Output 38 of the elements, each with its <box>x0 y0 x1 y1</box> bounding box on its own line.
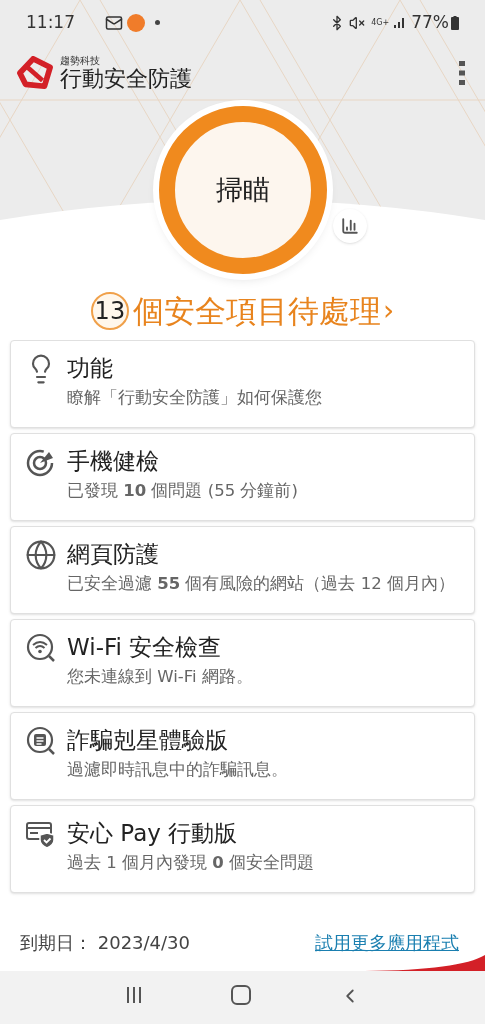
feature-title: 功能 <box>67 354 114 383</box>
feature-description: 已發現 10 個問題 (55 分鐘前) <box>67 480 298 502</box>
feature-card[interactable]: 手機健檢 已發現 10 個問題 (55 分鐘前) <box>10 433 475 521</box>
feature-description: 已安全過濾 55 個有風險的網站（過去 12 個月內） <box>67 573 455 595</box>
brand-company: 趨勢科技 <box>60 55 101 66</box>
pending-items-link[interactable]: 13 個安全項目待處理› <box>90 292 395 330</box>
battery-icon <box>451 15 459 30</box>
feature-card[interactable]: 詐騙剋星體驗版 過濾即時訊息中的詐騙訊息。 <box>10 712 475 800</box>
message-search-icon <box>25 725 57 757</box>
app-logo <box>16 55 54 90</box>
feature-description: 過濾即時訊息中的詐騙訊息。 <box>67 759 288 781</box>
expiry-date: 到期日： 2023/4/30 <box>20 931 190 955</box>
mail-icon <box>105 13 123 32</box>
try-more-apps-link[interactable]: 試用更多應用程式 <box>315 929 459 956</box>
feature-description: 瞭解「行動安全防護」如何保護您 <box>67 387 322 409</box>
feature-title: 手機健檢 <box>67 447 160 476</box>
feature-description: 過去 1 個月內發現 0 個安全問題 <box>67 852 314 874</box>
battery-level: 77% <box>411 10 449 34</box>
network-type: 4G+ <box>371 18 390 27</box>
feature-card[interactable]: 安心 Pay 行動版 過去 1 個月內發現 0 個安全問題 <box>10 805 475 893</box>
globe-icon <box>25 539 57 571</box>
signal-icon <box>393 16 406 29</box>
wifi-search-icon <box>25 632 57 664</box>
home-icon[interactable] <box>231 985 252 1005</box>
feature-title: 網頁防護 <box>67 540 160 569</box>
feature-card[interactable]: Wi-Fi 安全檢查 您未連線到 Wi-Fi 網路。 <box>10 619 475 707</box>
feature-card[interactable]: 網頁防護 已安全過濾 55 個有風險的網站（過去 12 個月內） <box>10 526 475 614</box>
mute-icon <box>349 14 366 31</box>
app-notification-icon <box>127 13 145 32</box>
feature-title: 詐騙剋星體驗版 <box>67 726 229 755</box>
bar-chart-icon <box>341 217 359 235</box>
feature-card[interactable]: 功能 瞭解「行動安全防護」如何保護您 <box>10 340 475 428</box>
more-icon <box>459 60 465 85</box>
feature-description: 您未連線到 Wi-Fi 網路。 <box>67 666 253 688</box>
feature-title: 安心 Pay 行動版 <box>67 819 239 848</box>
app-title: 行動安全防護 <box>60 67 192 90</box>
feature-title: Wi-Fi 安全檢查 <box>67 633 223 662</box>
status-time: 11:17 <box>26 10 75 34</box>
